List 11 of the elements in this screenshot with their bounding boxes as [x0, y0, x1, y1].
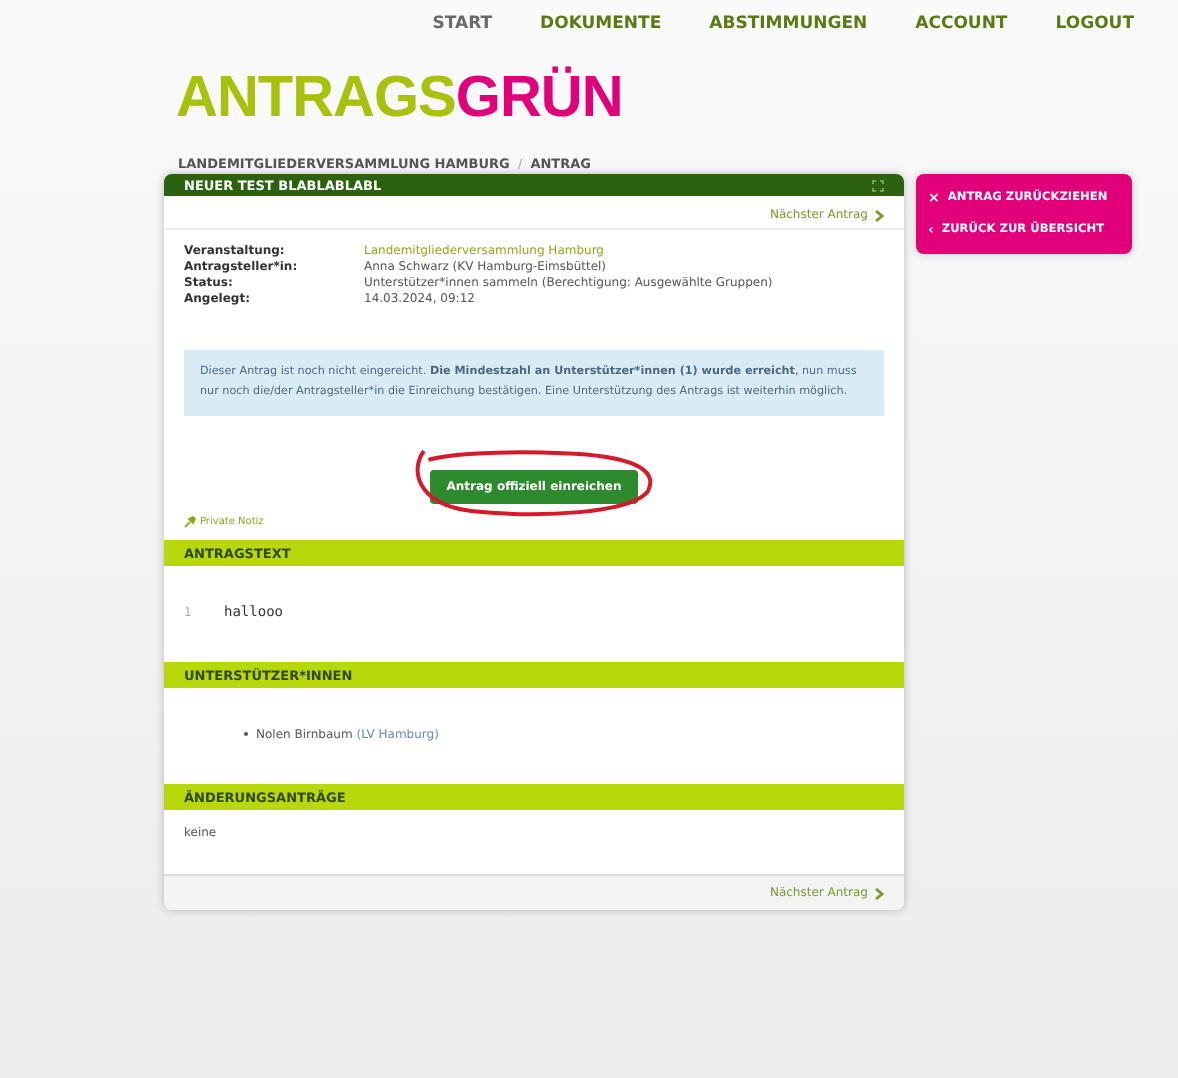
- nav-link[interactable]: ACCOUNT: [915, 14, 1008, 42]
- expand-icon[interactable]: [872, 179, 884, 191]
- nav-link[interactable]: START: [432, 14, 493, 42]
- chevron-icon: [874, 887, 884, 899]
- logo-text: ANTRAGS: [176, 66, 456, 132]
- nav-link[interactable]: LOGOUT: [1055, 14, 1134, 42]
- nav-link[interactable]: DOKUMENTE: [540, 14, 662, 42]
- pin-icon: [184, 516, 196, 528]
- nav-link[interactable]: ABSTIMMUNGEN: [709, 14, 868, 42]
- chevron-icon: [874, 209, 884, 221]
- logo-text: GRÜN: [455, 66, 623, 132]
